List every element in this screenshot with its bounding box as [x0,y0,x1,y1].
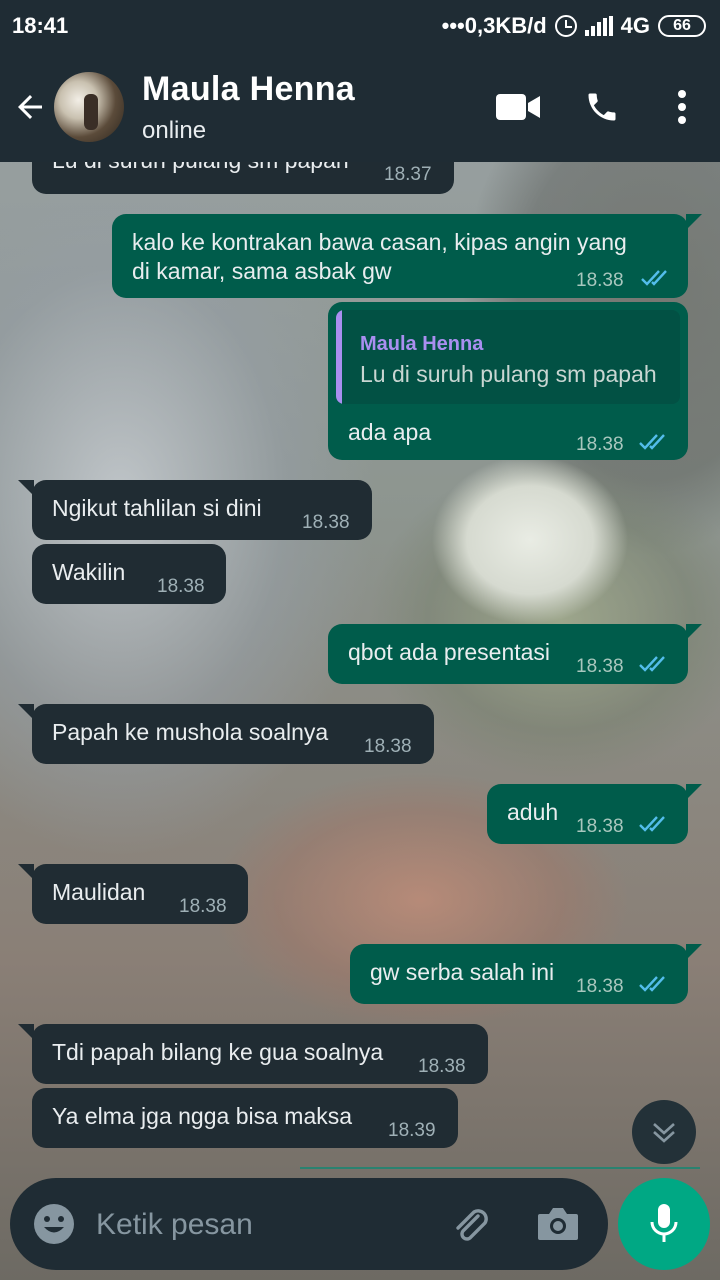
message-incoming[interactable]: Wakilin 18.38 [32,544,226,604]
message-time: 18.38 [364,736,412,757]
message-time: 18.38 [576,270,624,291]
message-input[interactable]: Ketik pesan [96,1208,253,1242]
quote-author: Maula Henna [360,333,484,355]
menu-button[interactable] [644,52,720,162]
double-check-icon [639,976,665,992]
attach-button[interactable] [448,1202,492,1251]
voice-message-button[interactable] [618,1178,710,1270]
paperclip-icon [456,1209,488,1241]
video-call-button[interactable] [476,52,560,162]
voice-call-button[interactable] [560,52,644,162]
message-text-line1: kalo ke kontrakan bawa casan, kipas angi… [132,229,627,255]
more-vert-icon [678,90,686,124]
message-time: 18.39 [388,1120,436,1141]
message-outgoing[interactable]: qbot ada presentasi 18.38 [328,624,702,684]
message-text: Maulidan [52,879,146,905]
message-time: 18.38 [576,816,624,837]
message-time: 18.38 [576,434,624,455]
back-button[interactable] [0,52,60,162]
divider-line [300,1167,700,1169]
chat-header-overlay: Maula Henna online [0,52,720,162]
double-check-icon [641,270,667,286]
chevron-down-double-icon [653,1123,675,1143]
double-check-icon [639,656,665,672]
message-outgoing[interactable]: kalo ke kontrakan bawa casan, kipas angi… [112,214,702,298]
message-incoming[interactable]: Ya elma jga ngga bisa maksa 18.39 [32,1088,458,1148]
message-incoming[interactable]: Ngikut tahlilan si dini 18.38 [18,480,372,540]
message-time: 18.38 [576,976,624,997]
message-text: Papah ke mushola soalnya [52,719,329,745]
message-time: 18.38 [302,512,350,533]
message-text: gw serba salah ini [370,959,555,985]
camera-icon [538,1208,578,1240]
message-text: aduh [507,799,559,825]
message-text: ada apa [348,419,432,445]
message-time: 18.38 [179,896,227,917]
contact-avatar[interactable] [54,72,124,142]
contact-info[interactable]: Maula Henna online [142,70,476,145]
alarm-icon [554,15,577,37]
message-outgoing[interactable]: aduh 18.38 [487,784,702,844]
double-check-icon [639,816,665,832]
message-text: Ya elma jga ngga bisa maksa [52,1103,353,1129]
message-outgoing[interactable]: gw serba salah ini 18.38 [350,944,702,1004]
mic-icon [650,1204,678,1242]
message-outgoing-reply[interactable]: Maula Henna Lu di suruh pulang sm papah … [328,302,688,460]
video-call-icon [496,94,540,120]
message-time: 18.38 [576,656,624,677]
status-bar: 18:41 •••0,3KB/d 4G 66 [0,0,720,52]
quote-text: Lu di suruh pulang sm papah [360,361,657,387]
message-time: 18.38 [418,1056,466,1077]
contact-name: Maula Henna [142,69,356,108]
phone-icon [588,93,616,121]
net-speed: •••0,3KB/d [441,13,547,38]
battery-icon: 66 [658,15,706,37]
arrow-left-icon [18,95,42,119]
quoted-message[interactable]: Maula Henna Lu di suruh pulang sm papah [336,310,680,404]
message-incoming[interactable]: Papah ke mushola soalnya 18.38 [18,704,434,764]
battery-level: 66 [673,17,691,34]
message-text: Ngikut tahlilan si dini [52,495,262,521]
signal-icon [584,16,613,36]
message-incoming[interactable]: Maulidan 18.38 [18,864,248,924]
message-text: Tdi papah bilang ke gua soalnya [52,1039,384,1065]
emoji-button[interactable] [32,1202,76,1251]
message-composer[interactable]: Ketik pesan [10,1178,608,1270]
double-check-icon [639,434,665,450]
message-text: Wakilin [52,559,126,585]
contact-presence: online [142,116,207,144]
camera-button[interactable] [536,1204,580,1249]
message-time: 18.37 [384,164,432,185]
message-incoming[interactable]: Tdi papah bilang ke gua soalnya 18.38 [18,1024,488,1084]
network-type: 4G [620,13,650,38]
status-time: 18:41 [12,13,69,38]
message-time: 18.38 [157,576,205,597]
scroll-to-bottom-button[interactable] [632,1100,696,1164]
status-icons: •••0,3KB/d 4G 66 [442,13,706,39]
message-text: qbot ada presentasi [348,639,551,665]
quote-bar [336,310,342,404]
emoji-icon [34,1204,74,1244]
